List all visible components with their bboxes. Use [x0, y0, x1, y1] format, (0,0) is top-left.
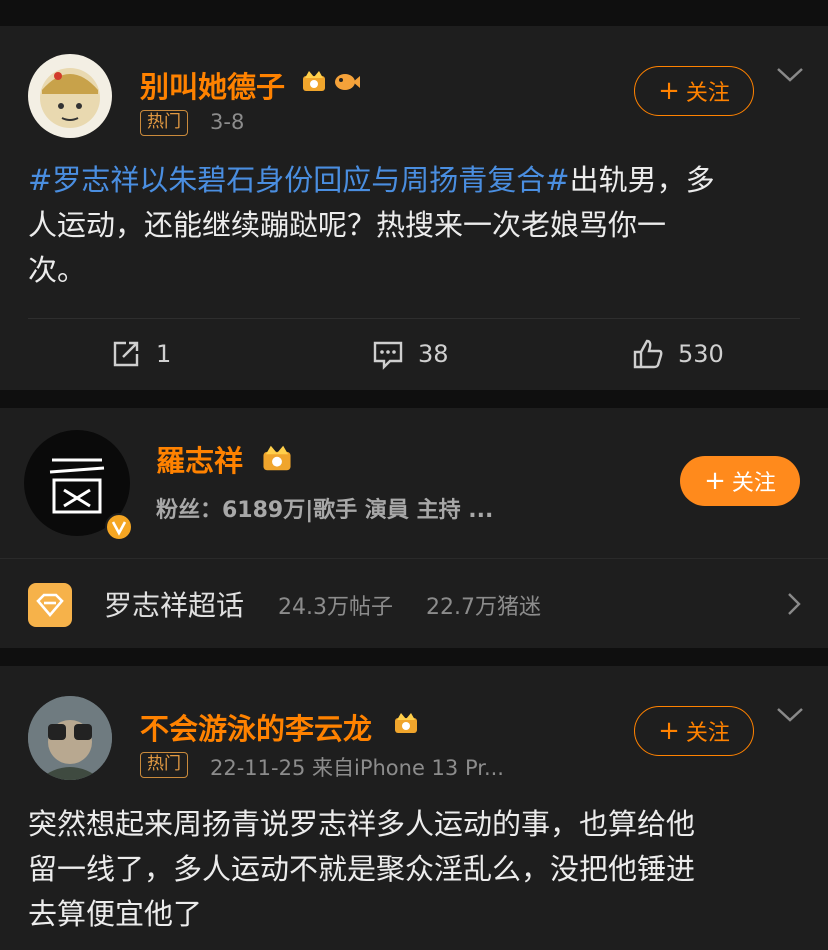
like-button[interactable]: 530 [632, 338, 724, 370]
post-date: 3-8 [210, 110, 245, 134]
topic-link[interactable]: #罗志祥以朱碧石身份回应与周扬青复合# [28, 163, 570, 197]
user-badges [300, 68, 360, 94]
profile-name[interactable]: 羅志祥 [156, 438, 243, 480]
weibo-post-card: 别叫她德子 热门 3-8 + 关注 #罗志祥以朱碧石身份回应与周扬青复合#出轨男… [0, 26, 828, 390]
fans-stat: 22.7万猪迷 [426, 595, 541, 620]
chevron-right-icon [788, 593, 801, 615]
comment-button[interactable]: 38 [372, 338, 449, 370]
super-topic-row[interactable]: 罗志祥超话 24.3万帖子 22.7万猪迷 [0, 558, 828, 648]
text-segment: 留一线了，多人运动不就是聚众淫乱么，没把他锤进 [28, 852, 696, 886]
profile-card: 羅志祥 粉丝：6189万|歌手 演員 主持 ... + 关注 罗志祥超话 24.… [0, 408, 828, 648]
hot-tag: 热门 [140, 110, 188, 136]
comment-count: 38 [418, 340, 449, 368]
post-text: #罗志祥以朱碧石身份回应与周扬青复合#出轨男，多 人运动，还能继续蹦跶呢？热搜来… [28, 158, 800, 293]
crown-badge-icon [263, 445, 291, 471]
post-meta: 22-11-25 来自iPhone 13 Pr... [210, 756, 504, 780]
follow-button[interactable]: + 关注 [634, 706, 754, 756]
follow-button[interactable]: + 关注 [680, 456, 800, 506]
divider [28, 318, 800, 319]
text-segment: 人运动，还能继续蹦跶呢？热搜来一次老娘骂你一 [28, 208, 667, 242]
plus-icon: + [704, 466, 726, 496]
repost-icon [113, 341, 139, 367]
diamond-icon [28, 583, 72, 627]
plus-icon: + [658, 76, 680, 106]
user-avatar[interactable] [28, 54, 112, 138]
follow-button[interactable]: + 关注 [634, 66, 754, 116]
verified-icon [105, 513, 133, 541]
follow-label: 关注 [685, 81, 730, 106]
hot-tag: 热门 [140, 752, 188, 778]
plus-icon: + [658, 716, 680, 746]
text-segment: 出轨男，多 [569, 163, 715, 197]
username[interactable]: 不会游泳的李云龙 [140, 706, 372, 748]
like-icon [633, 339, 663, 369]
text-segment: 去算便宜他了 [28, 897, 203, 931]
fans-info: 粉丝：6189万|歌手 演員 主持 ... [156, 498, 494, 523]
weibo-post-card: 不会游泳的李云龙 热门 22-11-25 来自iPhone 13 Pr... +… [0, 666, 828, 950]
super-topic-title: 罗志祥超话 [104, 589, 245, 622]
text-segment: 次。 [28, 253, 87, 287]
username[interactable]: 别叫她德子 [140, 64, 285, 106]
repost-button[interactable]: 1 [110, 338, 171, 370]
repost-count: 1 [156, 340, 172, 368]
chevron-down-icon[interactable] [776, 706, 804, 724]
fish-badge-icon [335, 74, 360, 90]
chevron-down-icon[interactable] [776, 66, 804, 84]
follow-label: 关注 [685, 721, 730, 746]
posts-stat: 24.3万帖子 [278, 595, 393, 620]
crown-badge-icon [395, 713, 417, 733]
like-count: 530 [678, 340, 724, 368]
comment-icon [373, 341, 403, 370]
crown-badge-icon [303, 71, 325, 91]
post-text: 突然想起来周扬青说罗志祥多人运动的事，也算给他 留一线了，多人运动不就是聚众淫乱… [28, 802, 800, 937]
user-avatar[interactable] [28, 696, 112, 780]
text-segment: 突然想起来周扬青说罗志祥多人运动的事，也算给他 [28, 807, 696, 841]
follow-label: 关注 [731, 471, 776, 496]
